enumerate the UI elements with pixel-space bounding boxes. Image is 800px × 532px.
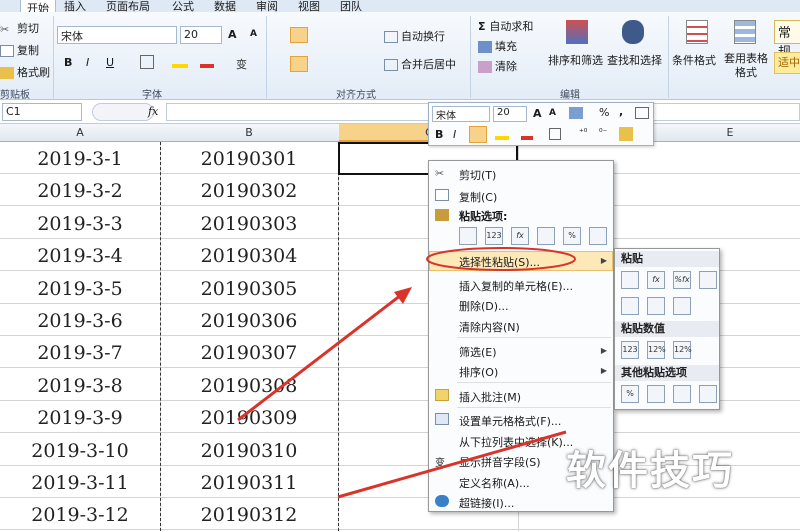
annotation-arrowhead bbox=[394, 287, 412, 304]
highlight-ellipse bbox=[426, 247, 576, 271]
annotation-arrow-line bbox=[237, 290, 406, 422]
watermark: 软件技巧 bbox=[566, 448, 734, 494]
annotation-arrow-line bbox=[337, 430, 567, 499]
